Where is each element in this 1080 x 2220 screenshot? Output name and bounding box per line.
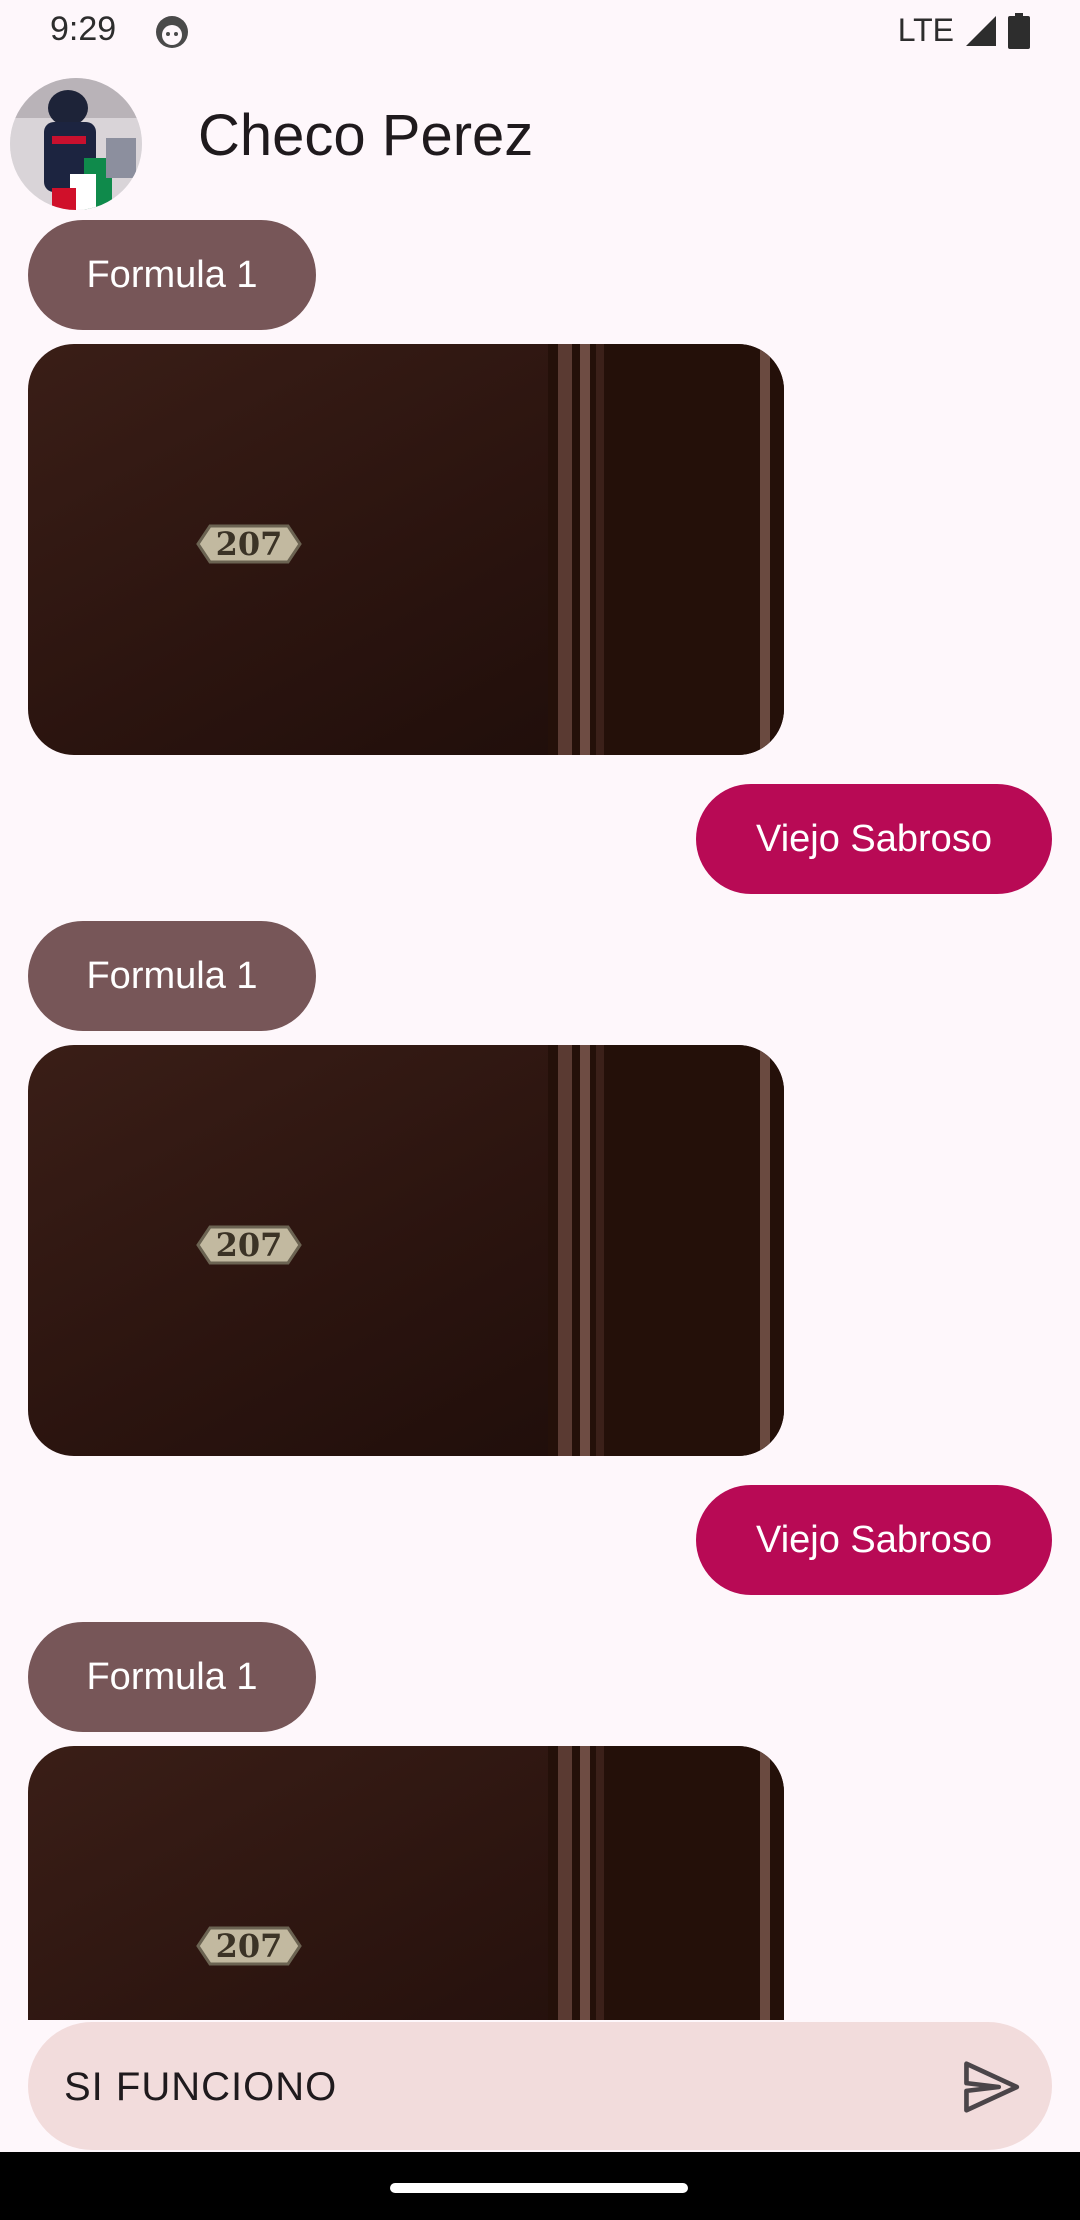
avatar-image: [10, 78, 142, 210]
received-message-bubble[interactable]: Formula 1: [28, 921, 316, 1031]
door-photo: 207: [28, 1045, 784, 1456]
contact-avatar[interactable]: [10, 78, 142, 210]
sent-message-bubble[interactable]: Viejo Sabroso: [696, 1485, 1052, 1595]
received-message-bubble[interactable]: Formula 1: [28, 220, 316, 330]
door-photo: 207: [28, 1746, 784, 2020]
image-message[interactable]: 207: [28, 1746, 784, 2020]
door-number: 207: [216, 1927, 283, 1965]
message-input[interactable]: [62, 2022, 946, 2152]
network-label: LTE: [897, 12, 954, 48]
image-message[interactable]: 207: [28, 1045, 784, 1456]
message-composer: [28, 2022, 1052, 2152]
message-text: Viejo Sabroso: [756, 817, 992, 860]
status-bar: 9:29 LTE: [0, 0, 1080, 64]
message-list[interactable]: Formula 1 207 Viejo Sabroso Formula 1 20…: [0, 210, 1080, 2020]
received-message-bubble[interactable]: Formula 1: [28, 1622, 316, 1732]
sent-message-bubble[interactable]: Viejo Sabroso: [696, 784, 1052, 894]
message-text: Formula 1: [86, 1655, 258, 1698]
contact-name: Checo Perez: [198, 103, 534, 168]
message-text: Formula 1: [86, 954, 258, 997]
door-number: 207: [216, 1226, 283, 1264]
message-text: Viejo Sabroso: [756, 1518, 992, 1561]
door-photo: 207: [28, 344, 784, 755]
battery-icon: [1008, 12, 1030, 49]
door-number: 207: [216, 525, 283, 563]
chat-header: Checo Perez: [0, 74, 1080, 210]
message-text: Formula 1: [86, 253, 258, 296]
navigation-bar: [0, 2152, 1080, 2220]
image-message[interactable]: 207: [28, 344, 784, 755]
signal-icon: [966, 15, 996, 46]
send-icon[interactable]: [960, 2056, 1022, 2118]
android-face-icon: [156, 16, 188, 48]
status-icons: LTE: [898, 12, 1030, 49]
status-time: 9:29: [50, 10, 117, 48]
home-gesture-handle[interactable]: [390, 2183, 688, 2193]
